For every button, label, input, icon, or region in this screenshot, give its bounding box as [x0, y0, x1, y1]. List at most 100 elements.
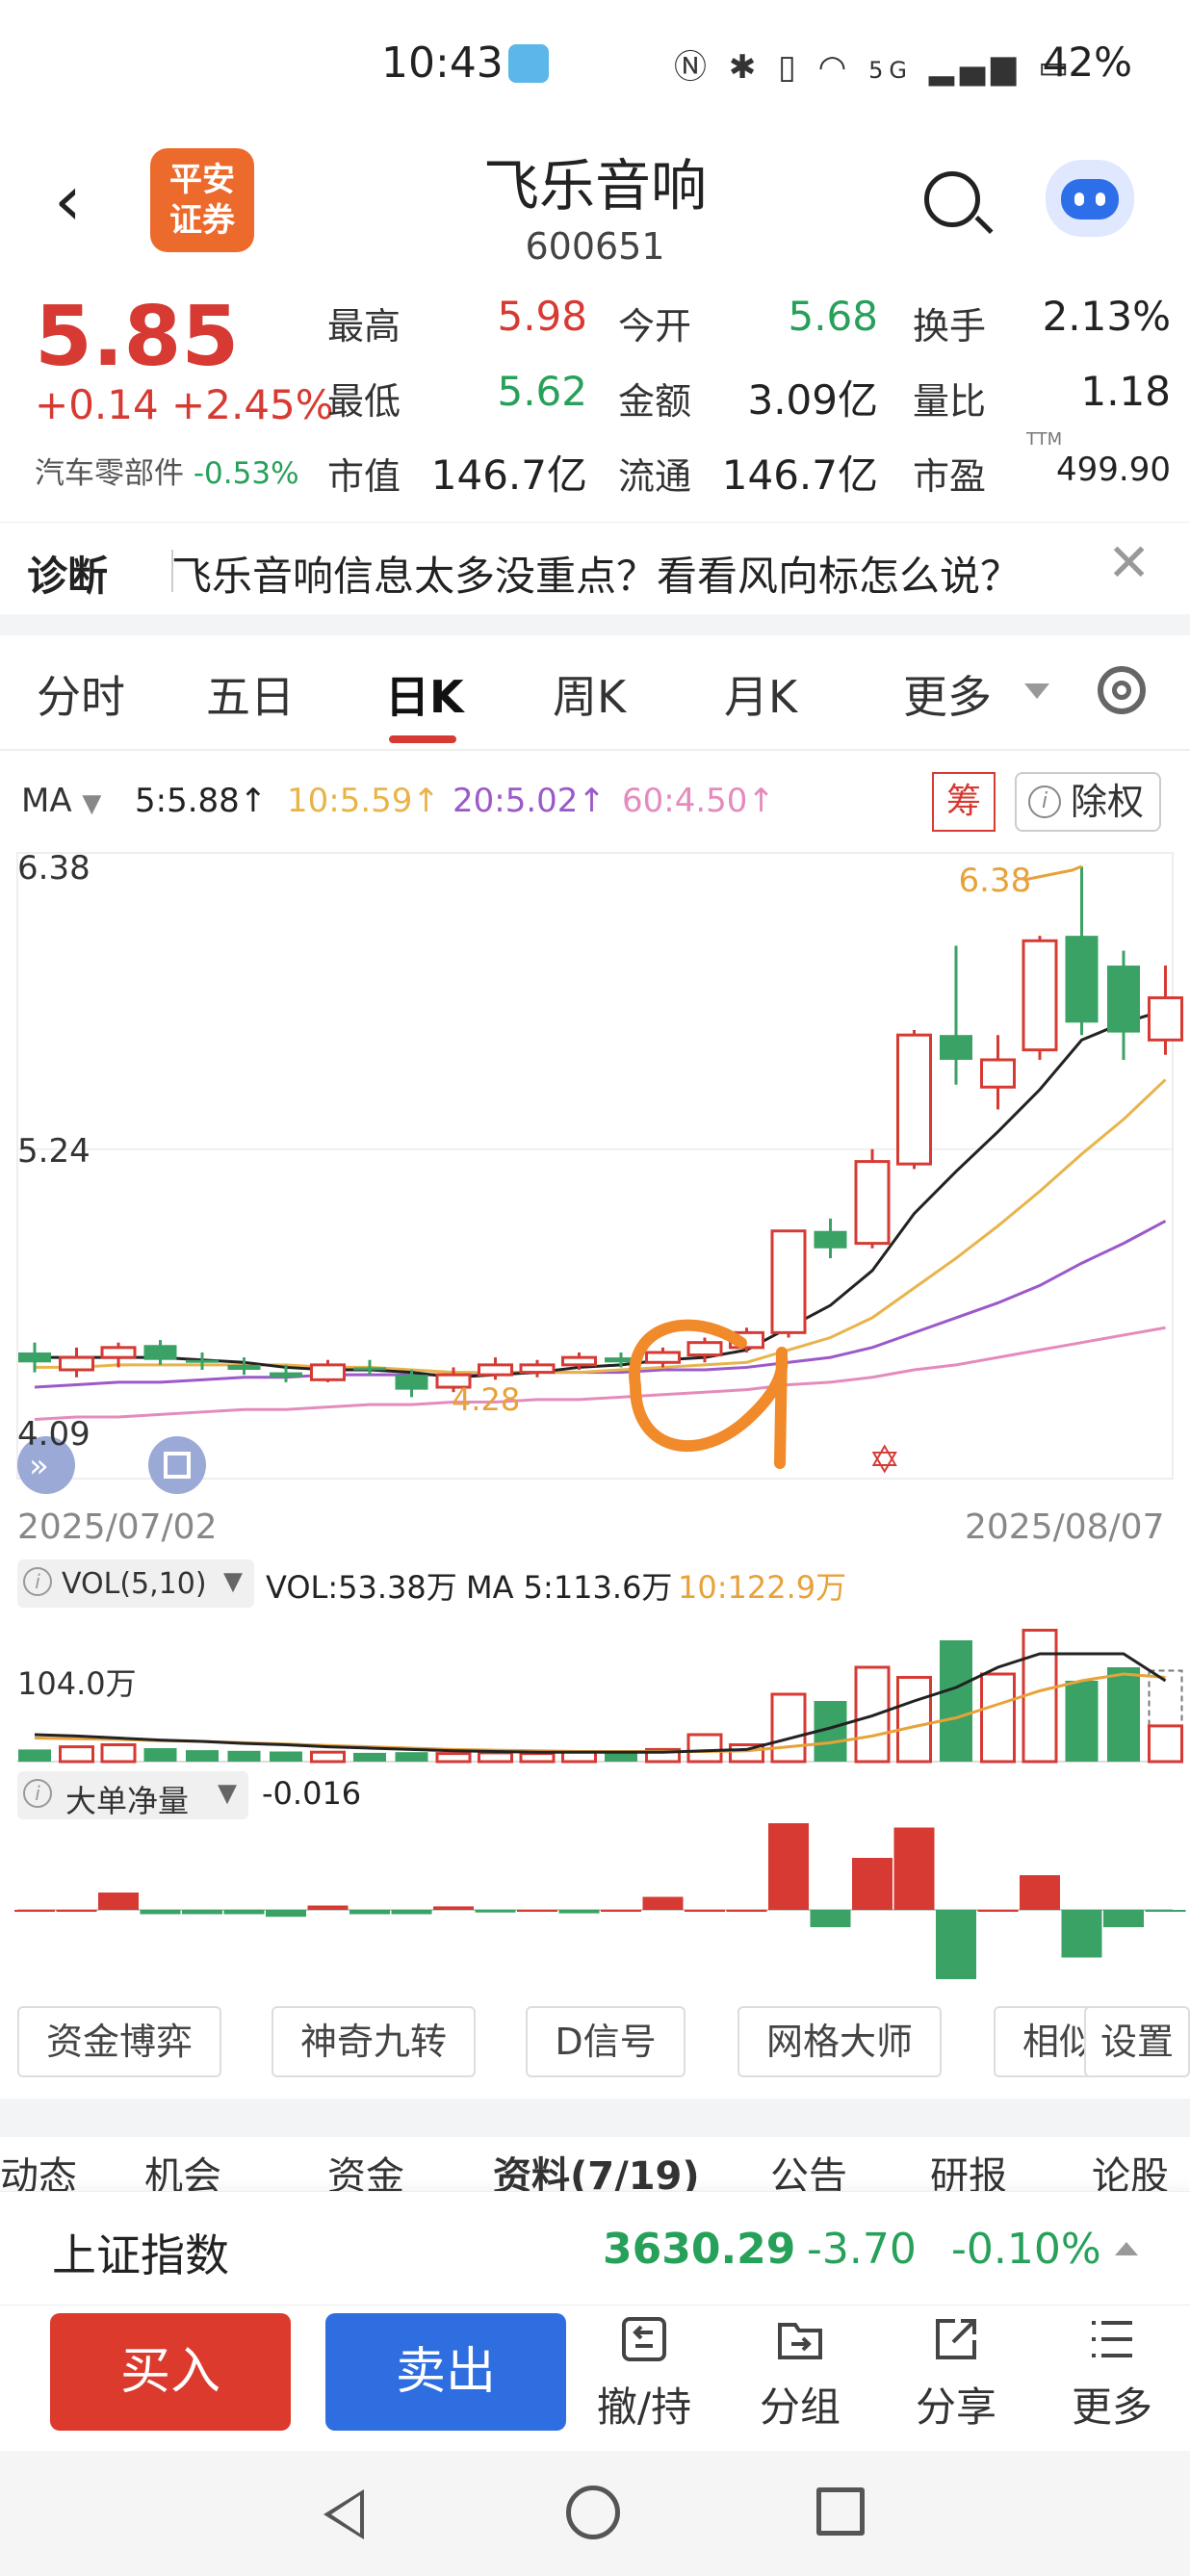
quote-value: 5.98 [497, 293, 587, 340]
ma60-value: 60:4.50↑ [622, 782, 775, 820]
volume-bar [227, 1750, 261, 1762]
quote-value: 3.09亿 [747, 376, 878, 424]
ma-selector[interactable]: MA ▼ [21, 782, 101, 820]
tab-intraday[interactable]: 分时 [37, 662, 125, 726]
ma5-value: 5:5.88↑ [135, 782, 268, 820]
share-icon [936, 2319, 976, 2359]
search-icon[interactable] [924, 171, 980, 227]
tool-settings-button[interactable]: 设置 [1084, 2006, 1190, 2077]
diagnosis-banner[interactable]: 诊断 飞乐音响信息太多没重点？看看风向标怎么说？ ✕ [0, 522, 1190, 614]
wifi-icon: ◠ [817, 48, 853, 87]
stock-code: 600651 [525, 225, 665, 268]
current-price: 5.85 [35, 289, 240, 385]
vol-indicator-selector[interactable]: i VOL(5,10) ▼ [17, 1559, 254, 1608]
quote-label: 换手 [913, 305, 987, 348]
tab-monthly-k[interactable]: 月K [724, 662, 797, 726]
ma20-value: 20:5.02↑ [453, 782, 606, 820]
volume-bar [940, 1640, 972, 1762]
divider [0, 614, 1190, 635]
bigorder-bar [223, 1910, 265, 1915]
tab-more[interactable]: 更多 [903, 662, 992, 726]
group-button[interactable]: 分组 [737, 2313, 863, 2434]
subtab-capital[interactable]: 资金 [327, 2145, 404, 2191]
folder-icon [778, 2323, 822, 2359]
index-ticker[interactable]: 上证指数 3630.29 -3.70 -0.10% [0, 2191, 1190, 2305]
candle-body [395, 1375, 428, 1390]
subtab-discussion[interactable]: 论股 [1092, 2145, 1169, 2191]
subtab-profile[interactable]: 资料(7/19) [493, 2145, 700, 2191]
bigorder-bar [140, 1910, 181, 1915]
candle-body [186, 1359, 219, 1363]
ex-right-button[interactable]: i 除权 [1015, 772, 1161, 832]
bigorder-bar [810, 1910, 851, 1927]
quote-panel: 5.85 +0.14 +2.45% 汽车零部件 -0.53% 最高 5.98 今… [0, 285, 1190, 512]
fullscreen-icon [148, 1436, 206, 1494]
chevron-down-icon[interactable] [1024, 683, 1049, 699]
bigorder-bar [98, 1893, 139, 1910]
nav-home-icon[interactable] [566, 2486, 620, 2539]
volume-bar [519, 1752, 556, 1764]
nav-back-icon[interactable] [323, 2489, 364, 2539]
pe-ttm-tag: TTM [1026, 429, 1063, 450]
subtab-news[interactable]: 动态 [0, 2145, 77, 2191]
sector-info[interactable]: 汽车零部件 -0.53% [35, 449, 299, 492]
ma10-value: 10:5.59↑ [287, 782, 440, 820]
buy-button[interactable]: 买入 [50, 2313, 291, 2431]
subtab-opportunity[interactable]: 机会 [144, 2145, 221, 2191]
bigorder-bar [558, 1910, 600, 1914]
info-icon: i [1028, 786, 1061, 818]
tool-grid-master[interactable]: 网格大师 [737, 2006, 942, 2077]
tab-weekly-k[interactable]: 周K [553, 662, 626, 726]
vol-ma10: 10:122.9万 [678, 1569, 847, 1606]
sell-button[interactable]: 卖出 [325, 2313, 566, 2431]
subtab-announcement[interactable]: 公告 [770, 2145, 847, 2191]
candle-body [814, 1230, 847, 1249]
quote-value: 1.18 [1080, 368, 1171, 415]
bigorder-bar [1145, 1910, 1186, 1912]
sector-change: -0.53% [193, 456, 299, 491]
chevron-up-icon[interactable] [1115, 2242, 1138, 2255]
bigorder-bar [642, 1896, 684, 1910]
tool-d-signal[interactable]: D信号 [526, 2006, 686, 2077]
candle-body [770, 1229, 807, 1334]
bigorder-bar [601, 1910, 641, 1912]
tool-magic-nine[interactable]: 神奇九转 [272, 2006, 476, 2077]
tool-capital-game[interactable]: 资金博弈 [17, 2006, 221, 2077]
quote-value: 146.7亿 [430, 451, 587, 499]
quote-label: 流通 [618, 455, 692, 498]
nav-recent-icon[interactable] [816, 2487, 865, 2536]
quote-label: 最高 [327, 305, 401, 348]
bigorder-indicator-selector[interactable]: i 大单净量 ▼ [17, 1771, 248, 1819]
ai-assistant-icon[interactable] [1046, 160, 1134, 237]
x-axis-end-date: 2025/08/07 [965, 1507, 1165, 1547]
system-nav-bar [0, 2451, 1190, 2576]
chip-distribution-button[interactable]: 筹 [932, 772, 996, 832]
cancel-hold-button[interactable]: 撤/持 [582, 2313, 707, 2434]
high-annotation-line [1023, 864, 1083, 882]
bigorder-value: -0.016 [262, 1775, 362, 1812]
trade-bar: 买入 卖出 撤/持 分组 分享 更多 [0, 2305, 1190, 2451]
ma-legend: MA ▼ 5:5.88↑ 10:5.59↑ 20:5.02↑ 60:4.50↑ … [0, 770, 1190, 837]
gear-icon[interactable] [1098, 666, 1146, 714]
volume-bar [478, 1751, 513, 1764]
divider [0, 2099, 1190, 2137]
status-time: 10:43 [381, 39, 504, 88]
sector-name: 汽车零部件 [35, 456, 184, 491]
share-button[interactable]: 分享 [893, 2313, 1019, 2434]
y-axis-min: 4.09 [17, 1415, 91, 1454]
candle-body [854, 1160, 891, 1246]
chevron-down-icon: ▼ [218, 1779, 237, 1808]
subtab-research[interactable]: 研报 [930, 2145, 1007, 2191]
tab-five-day[interactable]: 五日 [206, 662, 295, 726]
volume-bar [435, 1752, 472, 1764]
more-button[interactable]: 更多 [1049, 2313, 1175, 2434]
high-annotation-label: 6.38 [959, 862, 1032, 900]
tab-daily-k[interactable]: 日K [385, 662, 464, 726]
price-change: +0.14 +2.45% [35, 381, 334, 428]
stock-header: ‹ 平安 证券 飞乐音响 600651 [0, 131, 1190, 285]
vibrate-icon: ▯ [778, 48, 802, 87]
candle-body [1065, 936, 1099, 1023]
close-icon[interactable]: ✕ [1107, 532, 1151, 593]
bigorder-bar [14, 1910, 55, 1912]
candle-body [896, 1033, 932, 1166]
